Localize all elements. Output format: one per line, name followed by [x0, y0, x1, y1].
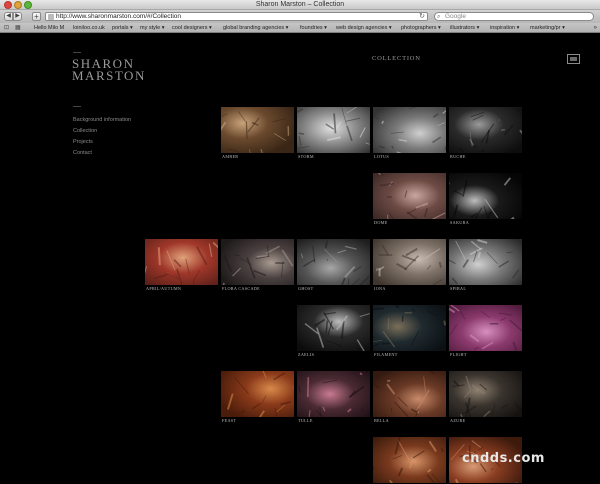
collection-thumbnail-dome[interactable]: [373, 173, 446, 219]
bookmarks-bar: ⊡ ▦ » Hello Milo M loiniloo.co.uk portals …: [0, 23, 600, 33]
watermark: cndds.com: [462, 451, 545, 466]
nav-projects[interactable]: Projects: [73, 137, 131, 148]
bookmark-item[interactable]: inspiration ▾: [490, 24, 519, 32]
favicon-icon: [48, 14, 54, 20]
collection-thumbnail-ghost[interactable]: [297, 239, 370, 285]
search-placeholder: Google: [445, 13, 466, 20]
collection-thumbnail-label: BELLA: [374, 418, 389, 423]
thumbnail-image: [373, 239, 446, 285]
nav-collection[interactable]: Collection: [73, 126, 131, 137]
thumbnail-image: [449, 305, 522, 351]
thumbnail-image: [297, 371, 370, 417]
page-title: COLLECTION: [372, 55, 421, 62]
bookmark-item[interactable]: illustrators ▾: [450, 24, 479, 32]
bookmark-item[interactable]: photographers ▾: [401, 24, 441, 32]
bookmark-item[interactable]: Hello Milo M: [34, 24, 64, 32]
collection-thumbnail-feast[interactable]: [221, 371, 294, 417]
thumbnail-image: [373, 371, 446, 417]
thumbnail-image: [373, 107, 446, 153]
bookmark-item[interactable]: loiniloo.co.uk: [73, 24, 105, 32]
site-nav: Background information Collection Projec…: [73, 115, 131, 159]
collection-thumbnail-spiral[interactable]: [449, 239, 522, 285]
window-titlebar: Sharon Marston – Collection: [0, 0, 600, 10]
thumbnail-image: [449, 107, 522, 153]
collection-thumbnail-untitled-18[interactable]: [373, 437, 446, 483]
thumbnail-image: [449, 239, 522, 285]
thumbnail-image: [449, 173, 522, 219]
bookmark-item[interactable]: portals ▾: [112, 24, 133, 32]
site-page: SHARON MARSTON Background information Co…: [0, 34, 600, 484]
reading-list-icon[interactable]: ⊡: [4, 24, 9, 32]
collection-thumbnail-azure[interactable]: [449, 371, 522, 417]
collection-thumbnail-label: RUCHE: [450, 154, 466, 159]
window-title: Sharon Marston – Collection: [255, 1, 345, 8]
nav-contact[interactable]: Contact: [73, 148, 131, 159]
menu-rule: [73, 106, 81, 107]
bookmark-item[interactable]: marketing/pr ▾: [530, 24, 565, 32]
bookmarks-overflow-button[interactable]: »: [594, 24, 597, 32]
thumbnail-image: [373, 305, 446, 351]
collection-thumbnail-label: STORM: [298, 154, 314, 159]
collection-thumbnail-zaelis[interactable]: [297, 305, 370, 351]
fullscreen-icon[interactable]: [567, 54, 580, 64]
add-bookmark-button[interactable]: +: [32, 12, 41, 21]
top-sites-icon[interactable]: ▦: [15, 24, 21, 32]
logo-line-2: MARSTON: [72, 68, 146, 83]
bookmark-item[interactable]: web design agencies ▾: [336, 24, 392, 32]
collection-thumbnail-label: SAKURA: [450, 220, 470, 225]
address-bar[interactable]: http://www.sharonmarston.com/#/Collectio…: [45, 12, 428, 21]
collection-thumbnail-label: APRIL/AUTUMN: [146, 286, 182, 291]
logo-rule: [73, 52, 81, 53]
search-icon: ⌕: [437, 14, 441, 20]
nav-background-information[interactable]: Background information: [73, 115, 131, 126]
thumbnail-image: [221, 371, 294, 417]
collection-thumbnail-label: AMBER: [222, 154, 239, 159]
search-field[interactable]: ⌕ Google: [434, 12, 594, 21]
thumbnail-image: [145, 239, 218, 285]
thumbnail-image: [221, 107, 294, 153]
collection-thumbnail-tulle[interactable]: [297, 371, 370, 417]
collection-thumbnail-sakura[interactable]: [449, 173, 522, 219]
thumbnail-image: [297, 305, 370, 351]
collection-thumbnail-filament[interactable]: [373, 305, 446, 351]
collection-thumbnail-label: FEAST: [222, 418, 237, 423]
collection-thumbnail-ruche[interactable]: [449, 107, 522, 153]
url-text: http://www.sharonmarston.com/#/Collectio…: [56, 13, 181, 20]
bookmark-item[interactable]: global branding agencies ▾: [223, 24, 288, 32]
collection-thumbnail-bella[interactable]: [373, 371, 446, 417]
collection-thumbnail-label: DOME: [374, 220, 388, 225]
back-button[interactable]: ◀: [4, 12, 13, 21]
collection-thumbnail-flight[interactable]: [449, 305, 522, 351]
bookmark-item[interactable]: cool designers ▾: [172, 24, 212, 32]
collection-thumbnail-label: GHOST: [298, 286, 314, 291]
thumbnail-image: [373, 437, 446, 483]
bookmark-item[interactable]: my style ▾: [140, 24, 164, 32]
site-logo[interactable]: SHARON MARSTON: [72, 57, 146, 83]
thumbnail-image: [449, 371, 522, 417]
thumbnail-image: [221, 239, 294, 285]
thumbnail-image: [297, 107, 370, 153]
collection-thumbnail-label: FILAMENT: [374, 352, 398, 357]
collection-thumbnail-iona[interactable]: [373, 239, 446, 285]
collection-thumbnail-label: ZAELIS: [298, 352, 315, 357]
collection-thumbnail-label: IONA: [374, 286, 386, 291]
collection-thumbnail-label: SPIRAL: [450, 286, 467, 291]
collection-thumbnail-amber[interactable]: [221, 107, 294, 153]
collection-thumbnail-label: TULLE: [298, 418, 313, 423]
forward-button[interactable]: ▶: [13, 12, 22, 21]
thumbnail-image: [373, 173, 446, 219]
collection-thumbnail-flora-cascade[interactable]: [221, 239, 294, 285]
collection-thumbnail-label: FLORA CASCADE: [222, 286, 260, 291]
bookmark-item[interactable]: foundries ▾: [300, 24, 327, 32]
reload-icon[interactable]: ↻: [419, 13, 425, 21]
collection-thumbnail-storm[interactable]: [297, 107, 370, 153]
collection-thumbnail-label: LOTUS: [374, 154, 389, 159]
collection-thumbnail-lotus[interactable]: [373, 107, 446, 153]
collection-thumbnail-label: FLIGHT: [450, 352, 467, 357]
collection-thumbnail-label: AZURE: [450, 418, 466, 423]
collection-thumbnail-april-autumn[interactable]: [145, 239, 218, 285]
browser-toolbar: ◀ ▶ + http://www.sharonmarston.com/#/Col…: [0, 10, 600, 23]
thumbnail-image: [297, 239, 370, 285]
